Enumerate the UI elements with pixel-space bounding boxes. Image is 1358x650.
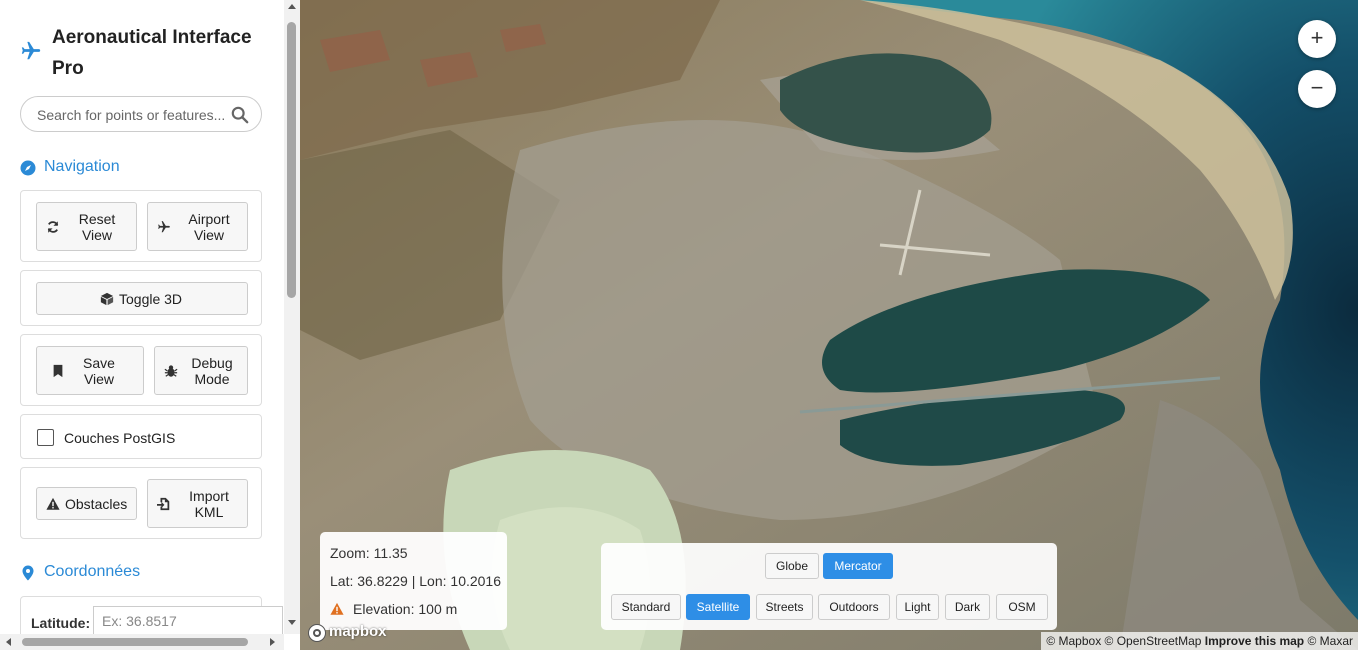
zoom-out-button[interactable]: − (1298, 70, 1336, 108)
postgis-checkbox[interactable] (37, 429, 54, 446)
import-kml-label-2: KML (194, 504, 224, 520)
toggle-3d-label: Toggle 3D (119, 291, 183, 307)
compass-icon (20, 160, 36, 176)
app-title: Aeronautical Interface Pro (52, 27, 252, 79)
import-kml-label-1: Import (189, 488, 229, 504)
improve-map-link[interactable]: Improve this map (1205, 634, 1304, 648)
reset-view-button[interactable]: Reset View (36, 202, 137, 251)
airport-view-label-2: View (193, 227, 225, 243)
file-import-icon (157, 497, 170, 511)
airplane-icon (21, 41, 41, 60)
save-view-button[interactable]: Save View (36, 346, 144, 395)
attribution-maxar-link[interactable]: © Maxar (1307, 634, 1353, 648)
import-kml-button[interactable]: Import KML (147, 479, 248, 528)
search-bar (20, 96, 262, 132)
globe-button[interactable]: Globe (765, 553, 819, 579)
style-satellite-button[interactable]: Satellite (686, 594, 750, 620)
reset-view-label-1: Reset (78, 211, 116, 227)
scroll-right-arrow-icon[interactable] (270, 638, 275, 646)
obstacles-label: Obstacles (65, 496, 128, 512)
latitude-label: Latitude: (31, 615, 91, 631)
save-view-label-1: Save (83, 355, 115, 371)
mapbox-logo-text: mapbox (329, 623, 387, 640)
postgis-label: Couches PostGIS (64, 430, 176, 446)
sidebar-horizontal-scrollbar[interactable] (0, 634, 284, 650)
style-standard-button[interactable]: Standard (611, 594, 681, 620)
reset-view-label-2: View (81, 227, 113, 243)
latitude-input[interactable] (93, 606, 283, 636)
debug-mode-button[interactable]: Debug Mode (154, 346, 248, 395)
toggle-3d-button[interactable]: Toggle 3D (36, 282, 248, 315)
latlon-readout: Lat: 36.8229 | Lon: 10.2016 (330, 573, 502, 589)
debug-mode-label-1: Debug (191, 355, 233, 371)
obstacles-kml-card: Obstacles Import KML (20, 467, 262, 539)
zoom-in-button[interactable]: + (1298, 20, 1336, 58)
sidebar-vertical-scrollbar[interactable] (284, 0, 300, 634)
view-buttons-card: Reset View Airport View (20, 190, 262, 262)
attribution-mapbox-link[interactable]: © Mapbox (1046, 634, 1101, 648)
style-streets-button[interactable]: Streets (756, 594, 813, 620)
attribution-osm-link[interactable]: © OpenStreetMap (1105, 634, 1202, 648)
mapbox-logo-icon (308, 624, 326, 642)
map-style-panel: Globe Mercator Standard Satellite Street… (601, 543, 1057, 630)
scroll-left-arrow-icon[interactable] (6, 638, 11, 646)
warning-icon (330, 602, 344, 615)
cube-icon (100, 292, 114, 306)
style-dark-button[interactable]: Dark (945, 594, 990, 620)
map-pin-icon (22, 565, 34, 581)
save-debug-card: Save View Debug Mode (20, 334, 262, 406)
sidebar: Aeronautical Interface Pro Navigation (0, 0, 301, 650)
map-attribution: © Mapbox © OpenStreetMap Improve this ma… (1041, 632, 1358, 650)
mercator-button[interactable]: Mercator (823, 553, 893, 579)
horizontal-scroll-thumb[interactable] (22, 638, 248, 646)
bug-icon (164, 365, 178, 377)
style-outdoors-button[interactable]: Outdoors (818, 594, 890, 620)
zoom-readout: Zoom: 11.35 (330, 545, 408, 561)
obstacles-button[interactable]: Obstacles (36, 487, 137, 520)
style-light-button[interactable]: Light (896, 594, 939, 620)
airplane-icon (158, 221, 170, 233)
airport-view-button[interactable]: Airport View (147, 202, 248, 251)
map-info-panel: Zoom: 11.35 Lat: 36.8229 | Lon: 10.2016 … (320, 532, 507, 630)
vertical-scroll-thumb[interactable] (287, 22, 296, 298)
elevation-readout: Elevation: 100 m (353, 601, 458, 617)
style-osm-button[interactable]: OSM (996, 594, 1048, 620)
scroll-up-arrow-icon[interactable] (288, 4, 296, 9)
bookmark-icon (53, 364, 63, 378)
warning-icon (46, 497, 60, 510)
toggle-3d-card: Toggle 3D (20, 270, 262, 326)
postgis-card: Couches PostGIS (20, 414, 262, 459)
map-view[interactable]: + − Zoom: 11.35 Lat: 36.8229 | Lon: 10.2… (300, 0, 1358, 650)
airport-view-label-1: Airport (188, 211, 230, 227)
save-view-label-2: View (83, 371, 115, 387)
scroll-down-arrow-icon[interactable] (288, 620, 296, 625)
refresh-icon (47, 221, 59, 233)
debug-mode-label-2: Mode (194, 371, 230, 387)
search-input[interactable] (35, 105, 229, 125)
search-icon[interactable] (231, 106, 249, 124)
